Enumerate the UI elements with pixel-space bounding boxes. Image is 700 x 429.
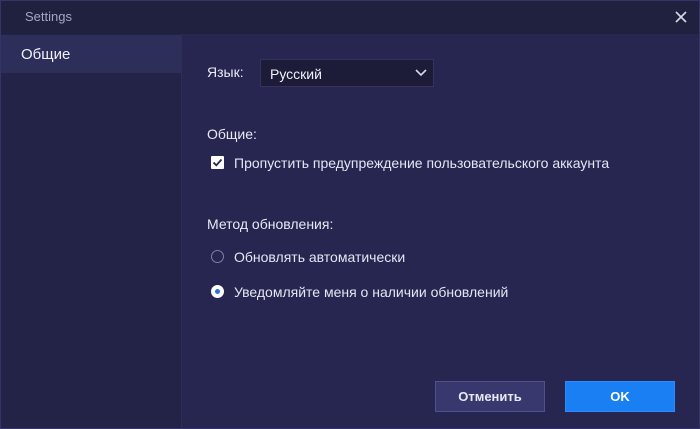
title-bar: Settings: [1, 1, 699, 34]
sidebar: Общие: [1, 34, 182, 428]
language-select-value: Русский: [270, 66, 322, 82]
general-section-title: Общие:: [207, 126, 257, 142]
chevron-down-icon: [415, 69, 427, 77]
update-notify-radio[interactable]: [211, 285, 224, 298]
ok-button[interactable]: OK: [565, 381, 675, 412]
language-select[interactable]: Русский: [260, 59, 434, 87]
sidebar-item-general[interactable]: Общие: [1, 35, 181, 73]
window-title: Settings: [25, 9, 72, 24]
update-notify-label: Уведомляйте меня о наличии обновлений: [234, 284, 509, 300]
language-label: Язык:: [207, 64, 244, 80]
close-icon: [675, 11, 687, 23]
settings-content: Язык: Русский Общие: Пропустить предупре…: [182, 34, 699, 428]
update-method-title: Метод обновления:: [207, 216, 334, 232]
skip-uac-warning-label: Пропустить предупреждение пользовательск…: [234, 155, 610, 171]
skip-uac-warning-checkbox[interactable]: [211, 156, 224, 169]
update-auto-radio[interactable]: [211, 250, 224, 263]
sidebar-item-label: Общие: [21, 46, 71, 63]
close-button[interactable]: [671, 7, 691, 27]
settings-window: Settings Общие Язык: Русский Общие: Проп…: [0, 0, 700, 429]
checkmark-icon: [212, 158, 223, 167]
cancel-button[interactable]: Отменить: [435, 381, 545, 412]
update-auto-label: Обновлять автоматически: [234, 249, 406, 265]
